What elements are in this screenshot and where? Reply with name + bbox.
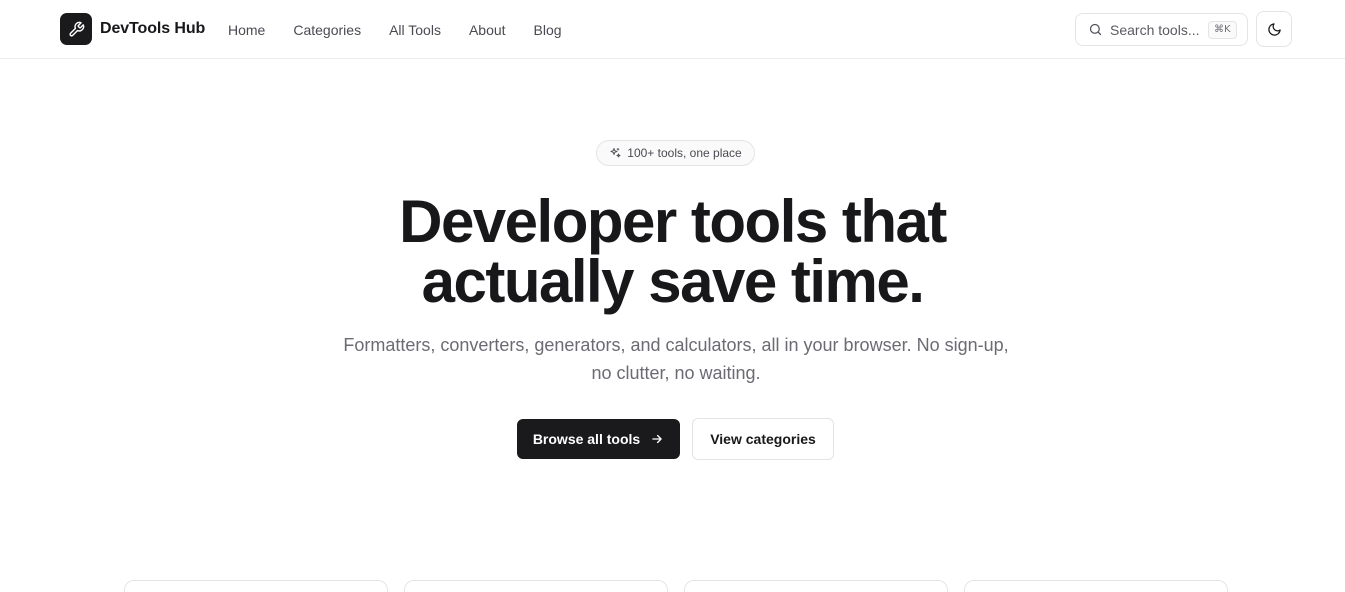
arrow-right-icon bbox=[650, 432, 664, 446]
hero-subtitle-line-2: no clutter, no waiting. bbox=[591, 363, 761, 383]
tool-card[interactable] bbox=[684, 580, 948, 592]
search-icon bbox=[1088, 22, 1103, 37]
nav-categories[interactable]: Categories bbox=[293, 22, 361, 38]
tool-card[interactable] bbox=[964, 580, 1228, 592]
view-categories-button[interactable]: View categories bbox=[692, 418, 834, 460]
hero-subtitle-line-1: Formatters, converters, generators, and … bbox=[343, 335, 1009, 355]
wrench-icon bbox=[60, 13, 92, 45]
brand-name: DevTools Hub bbox=[100, 20, 206, 37]
hero-headline-line-1: Developer tools that bbox=[399, 188, 947, 255]
search-box[interactable]: ⌘K bbox=[1075, 13, 1248, 46]
nav-all-tools[interactable]: All Tools bbox=[389, 22, 441, 38]
moon-icon bbox=[1267, 22, 1282, 37]
browse-all-tools-label: Browse all tools bbox=[532, 431, 641, 447]
main-nav: Home Categories All Tools About Blog bbox=[228, 0, 590, 59]
tool-card[interactable] bbox=[404, 580, 668, 592]
hero-subtitle: Formatters, converters, generators, and … bbox=[340, 331, 1012, 387]
search-input[interactable] bbox=[1110, 21, 1202, 38]
search-shortcut-badge: ⌘K bbox=[1208, 20, 1237, 39]
hero-headline-line-2: actually save time. bbox=[421, 248, 925, 315]
view-categories-label: View categories bbox=[710, 431, 816, 447]
browse-all-tools-button[interactable]: Browse all tools bbox=[517, 419, 680, 459]
nav-home[interactable]: Home bbox=[228, 22, 265, 38]
hero-badge: 100+ tools, one place bbox=[596, 140, 755, 166]
tool-card[interactable] bbox=[124, 580, 388, 592]
theme-toggle-button[interactable] bbox=[1256, 11, 1292, 47]
sparkles-icon bbox=[609, 147, 621, 159]
nav-about[interactable]: About bbox=[469, 22, 506, 38]
site-header: DevTools Hub Home Categories All Tools A… bbox=[0, 0, 1345, 59]
nav-blog[interactable]: Blog bbox=[534, 22, 562, 38]
brand-logo-link[interactable]: DevTools Hub bbox=[60, 13, 205, 45]
hero-headline: Developer tools that actually save time. bbox=[0, 192, 1345, 312]
hero-badge-text: 100+ tools, one place bbox=[627, 146, 742, 160]
